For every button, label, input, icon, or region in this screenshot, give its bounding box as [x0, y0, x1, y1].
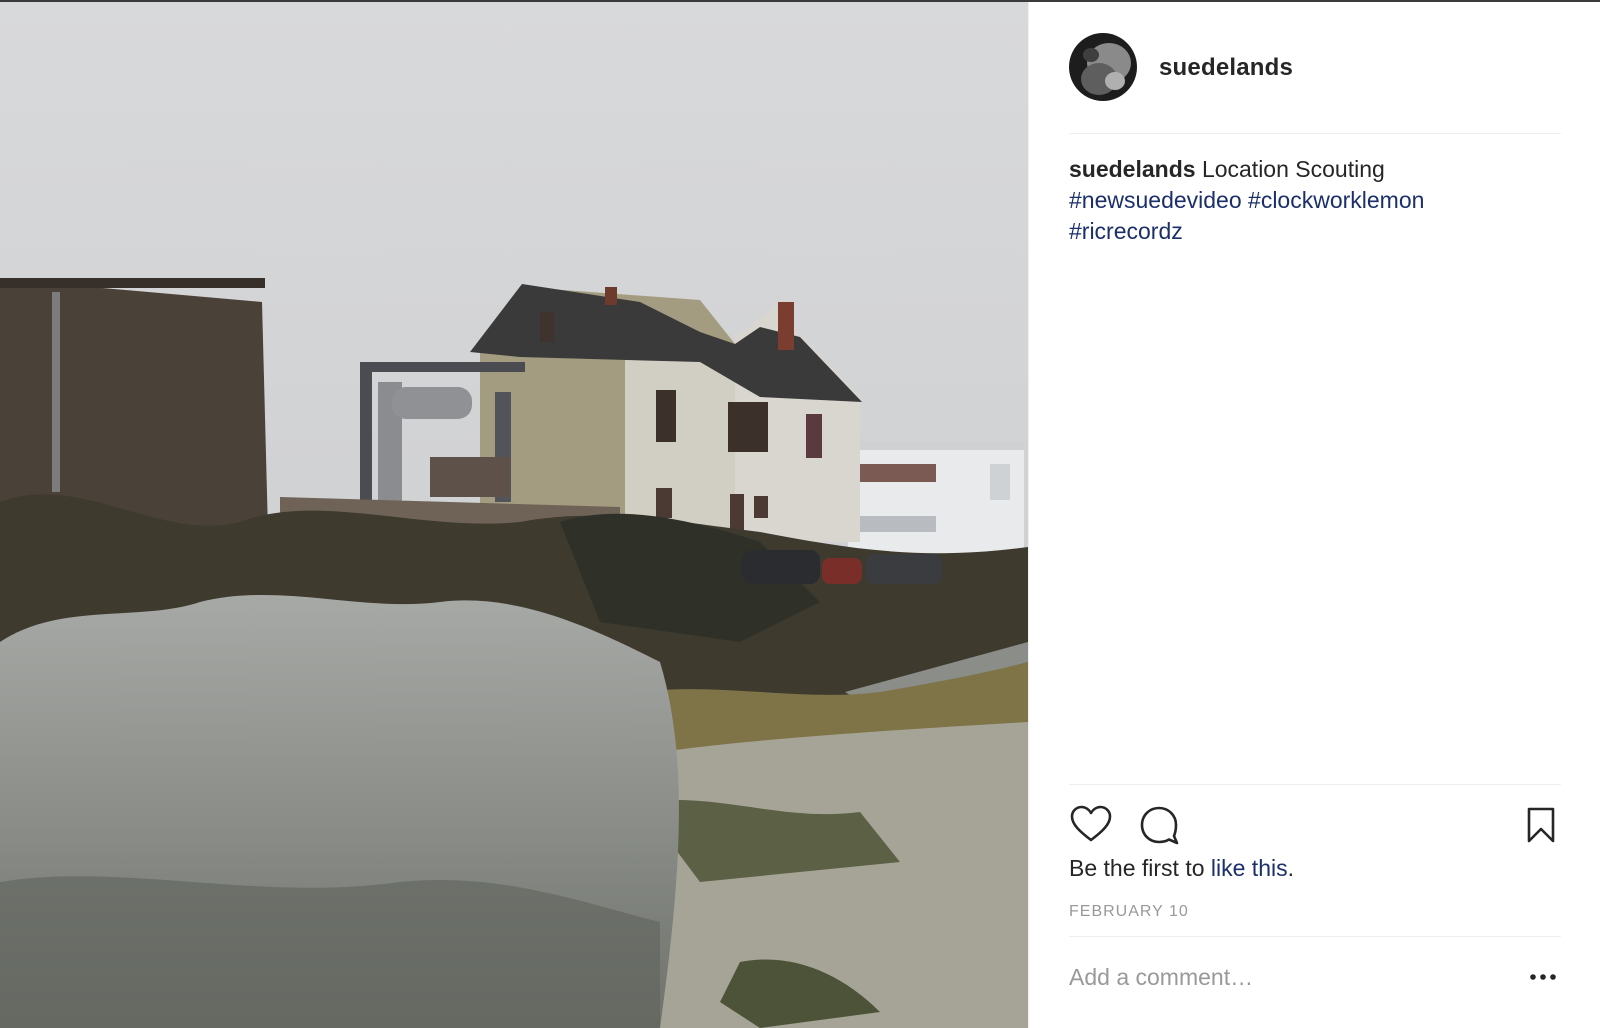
post-caption: suedelands Location Scouting #newsuedevi…: [1069, 154, 1559, 247]
likes-prefix: Be the first to: [1069, 855, 1211, 881]
post-sidebar: suedelands suedelands Location Scouting …: [1028, 2, 1600, 1028]
bookmark-icon: [1527, 807, 1555, 843]
caption-text: Location Scouting: [1201, 156, 1385, 182]
avatar[interactable]: [1069, 32, 1137, 101]
photo-illustration: [0, 2, 1028, 1028]
more-options-button[interactable]: [1525, 959, 1561, 995]
post-header: suedelands: [1069, 2, 1561, 134]
post-photo[interactable]: [0, 2, 1028, 1028]
hashtag-link[interactable]: #clockworklemon: [1248, 187, 1424, 213]
action-bar: [1069, 785, 1561, 861]
hashtag-link[interactable]: #newsuedevideo: [1069, 187, 1242, 213]
likes-summary: Be the first to like this.: [1069, 855, 1294, 882]
caption-username[interactable]: suedelands: [1069, 156, 1196, 182]
comment-icon: [1140, 806, 1179, 845]
comment-input[interactable]: [1069, 957, 1489, 997]
comment-form: [1069, 936, 1561, 1028]
like-this-link[interactable]: like this: [1211, 855, 1288, 881]
comment-button[interactable]: [1137, 803, 1181, 847]
save-button[interactable]: [1521, 803, 1561, 847]
likes-suffix: .: [1287, 855, 1294, 881]
more-options-icon: [1530, 974, 1556, 980]
like-button[interactable]: [1069, 803, 1113, 847]
avatar-image: [1069, 32, 1137, 101]
post-view: suedelands suedelands Location Scouting …: [0, 0, 1600, 1028]
header-username[interactable]: suedelands: [1159, 54, 1293, 82]
post-date[interactable]: FEBRUARY 10: [1069, 903, 1189, 921]
hashtag-link[interactable]: #ricrecordz: [1069, 218, 1183, 244]
post-footer: Be the first to like this. FEBRUARY 10: [1069, 784, 1561, 920]
heart-icon: [1070, 805, 1112, 842]
